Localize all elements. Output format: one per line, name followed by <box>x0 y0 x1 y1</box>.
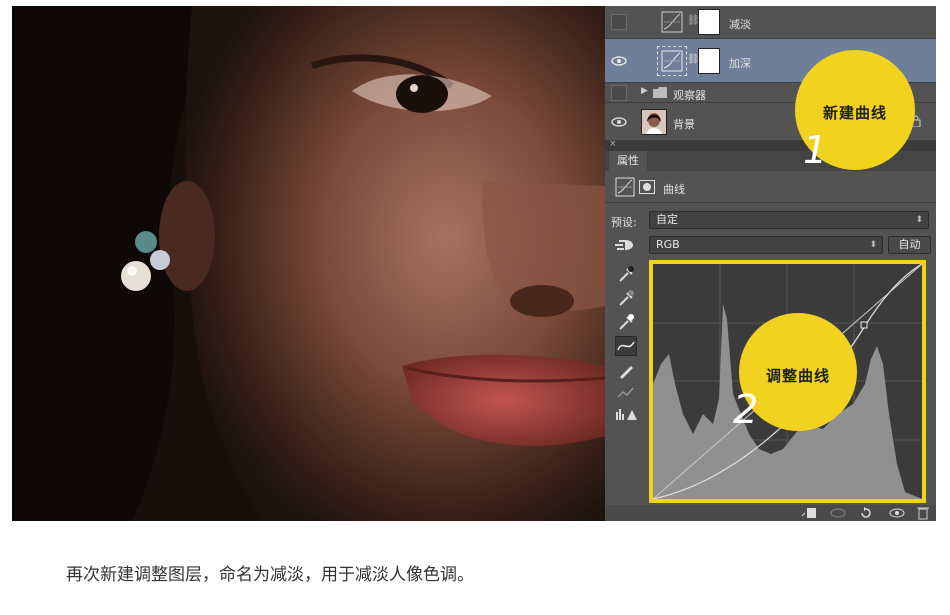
annotation-badge-2: 调整曲线 2 <box>733 313 857 433</box>
curves-adjustment-icon <box>615 177 635 197</box>
photoshop-panel: ⛓ 减淡 ⛓ 加深 ▶ 观察器 背景 × 属性 曲线 预设: 自定 ⬍ RGB … <box>605 6 936 521</box>
preset-label: 预设: <box>611 216 637 229</box>
visibility-toggle-off[interactable] <box>611 85 627 101</box>
layer-name: 加深 <box>729 57 751 70</box>
curves-adjustment-icon <box>661 11 683 33</box>
folder-icon <box>653 87 667 98</box>
clipping-warning-icon[interactable] <box>615 404 637 424</box>
layer-name: 观察器 <box>673 89 706 102</box>
layer-row-dodge[interactable]: ⛓ 减淡 <box>605 6 936 39</box>
eyedropper-white-icon[interactable] <box>615 312 637 332</box>
reset-icon[interactable] <box>859 506 873 520</box>
layer-mask-thumbnail[interactable] <box>698 48 720 74</box>
stepper-arrows-icon: ⬍ <box>915 215 923 225</box>
annotation-text: 调整曲线 <box>765 367 830 385</box>
hand-target-icon[interactable] <box>613 237 637 253</box>
view-previous-state-icon[interactable] <box>829 507 847 519</box>
preset-select[interactable]: 自定 ⬍ <box>649 211 929 229</box>
trash-icon[interactable] <box>917 506 929 520</box>
article-caption: 再次新建调整图层，命名为减淡，用于减淡人像色调。 <box>66 565 474 585</box>
tab-properties[interactable]: 属性 <box>609 151 647 171</box>
channel-select[interactable]: RGB ⬍ <box>649 236 883 254</box>
pencil-icon[interactable] <box>615 360 637 380</box>
link-icon: ⛓ <box>687 54 700 65</box>
annotation-text: 新建曲线 <box>822 104 887 122</box>
visibility-toggle-off[interactable] <box>611 14 627 30</box>
preset-value: 自定 <box>656 213 678 226</box>
layer-name: 减淡 <box>729 18 751 31</box>
expand-triangle-icon[interactable]: ▶ <box>641 86 648 96</box>
smooth-curve-icon[interactable] <box>615 382 637 402</box>
annotation-badge-1: 新建曲线 1 <box>795 50 915 172</box>
layer-name: 背景 <box>673 118 695 131</box>
adjustment-title-row: 曲线 <box>605 171 936 203</box>
annotation-number: 1 <box>803 128 828 172</box>
layer-mask-thumbnail[interactable] <box>698 9 720 35</box>
eyedropper-black-icon[interactable] <box>615 264 637 284</box>
channel-value: RGB <box>656 238 680 251</box>
bottom-toolbar <box>605 505 936 521</box>
eye-icon[interactable] <box>889 507 905 519</box>
eye-icon[interactable] <box>611 116 627 128</box>
eyedropper-gray-icon[interactable] <box>615 288 637 308</box>
stepper-arrows-icon: ⬍ <box>869 240 877 250</box>
annotation-number: 2 <box>733 387 759 433</box>
curve-point-tool-icon[interactable] <box>615 336 637 356</box>
layer-thumbnail[interactable] <box>641 109 667 135</box>
adjustment-name: 曲线 <box>663 183 685 196</box>
curves-adjustment-icon <box>657 46 687 76</box>
auto-button[interactable]: 自动 <box>888 236 931 254</box>
close-icon[interactable]: × <box>609 139 617 149</box>
portrait-image <box>12 6 606 521</box>
mask-icon[interactable] <box>639 180 655 194</box>
screenshot: ⛓ 减淡 ⛓ 加深 ▶ 观察器 背景 × 属性 曲线 预设: 自定 ⬍ RGB … <box>12 6 936 521</box>
link-icon: ⛓ <box>687 15 700 26</box>
eye-icon[interactable] <box>611 55 627 67</box>
clip-to-layer-icon[interactable] <box>801 507 817 519</box>
portrait-photo <box>12 6 606 521</box>
